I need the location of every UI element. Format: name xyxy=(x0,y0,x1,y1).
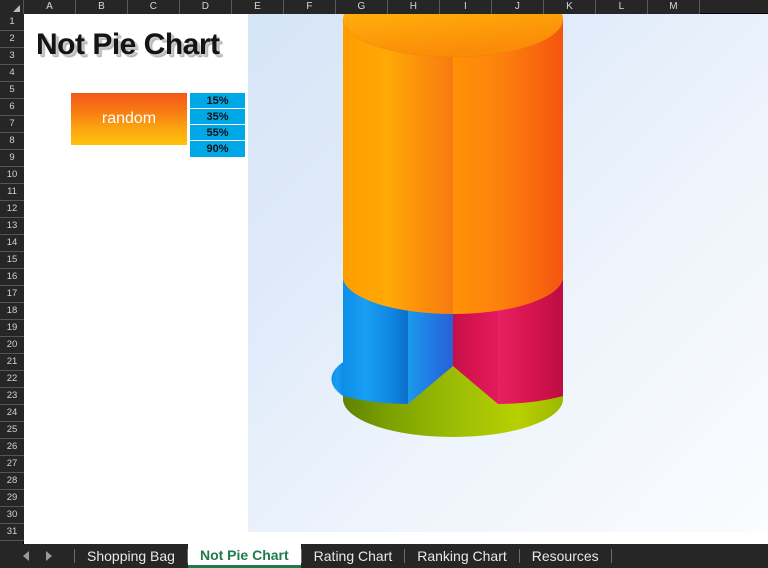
sheet-tab-resources[interactable]: Resources xyxy=(520,544,611,568)
row-header-15[interactable]: 15 xyxy=(0,252,24,269)
row-header-25[interactable]: 25 xyxy=(0,422,24,439)
sheet-nav-arrows xyxy=(0,544,74,568)
row-header-26[interactable]: 26 xyxy=(0,439,24,456)
sheet-tab-shopping-bag[interactable]: Shopping Bag xyxy=(75,544,187,568)
row-header-16[interactable]: 16 xyxy=(0,269,24,286)
percent-chip-0: 15% xyxy=(190,93,245,109)
row-header-8[interactable]: 8 xyxy=(0,133,24,150)
row-header-1[interactable]: 1 xyxy=(0,14,24,31)
row-header-10[interactable]: 10 xyxy=(0,167,24,184)
next-sheet-arrow-icon[interactable] xyxy=(46,551,52,561)
previous-sheet-arrow-icon[interactable] xyxy=(23,551,29,561)
row-header-20[interactable]: 20 xyxy=(0,337,24,354)
row-header-17[interactable]: 17 xyxy=(0,286,24,303)
column-header-M[interactable]: M xyxy=(648,0,700,14)
spreadsheet-window: ABCDEFGHIJKLM 12345678910111213141516171… xyxy=(0,0,768,568)
row-header-11[interactable]: 11 xyxy=(0,184,24,201)
sheet-tab-rating-chart[interactable]: Rating Chart xyxy=(302,544,405,568)
column-header-D[interactable]: D xyxy=(180,0,232,14)
row-header-27[interactable]: 27 xyxy=(0,456,24,473)
sheet-tab-bar: Shopping BagNot Pie ChartRating ChartRan… xyxy=(0,544,768,568)
row-header-18[interactable]: 18 xyxy=(0,303,24,320)
row-header-12[interactable]: 12 xyxy=(0,201,24,218)
row-header-7[interactable]: 7 xyxy=(0,116,24,133)
column-header-G[interactable]: G xyxy=(336,0,388,14)
page-title: Not Pie Chart xyxy=(36,28,220,62)
row-header-29[interactable]: 29 xyxy=(0,490,24,507)
percent-chip-1: 35% xyxy=(190,109,245,125)
row-header-2[interactable]: 2 xyxy=(0,31,24,48)
select-all-triangle-icon xyxy=(13,5,20,12)
random-label-box: random xyxy=(71,93,187,145)
percent-chip-3: 90% xyxy=(190,141,245,157)
row-header-3[interactable]: 3 xyxy=(0,48,24,65)
row-header-6[interactable]: 6 xyxy=(0,99,24,116)
row-header-23[interactable]: 23 xyxy=(0,388,24,405)
column-header-A[interactable]: A xyxy=(24,0,76,14)
row-header-21[interactable]: 21 xyxy=(0,354,24,371)
sheet-tab-not-pie-chart[interactable]: Not Pie Chart xyxy=(188,544,301,568)
column-header-F[interactable]: F xyxy=(284,0,336,14)
row-header-24[interactable]: 24 xyxy=(0,405,24,422)
chart-3d-cylinder-graphic xyxy=(248,14,768,532)
row-header-31[interactable]: 31 xyxy=(0,524,24,541)
tab-divider xyxy=(611,549,612,563)
row-header-14[interactable]: 14 xyxy=(0,235,24,252)
percent-chip-2: 55% xyxy=(190,125,245,141)
column-header-row: ABCDEFGHIJKLM xyxy=(0,0,768,14)
row-header-19[interactable]: 19 xyxy=(0,320,24,337)
row-header-column: 1234567891011121314151617181920212223242… xyxy=(0,14,24,544)
column-header-cells: ABCDEFGHIJKLM xyxy=(24,0,700,13)
column-header-B[interactable]: B xyxy=(76,0,128,14)
sheet-canvas: Not Pie Chart random 15%35%55%90% xyxy=(24,14,768,544)
column-header-H[interactable]: H xyxy=(388,0,440,14)
orange-segment xyxy=(343,14,563,314)
row-header-28[interactable]: 28 xyxy=(0,473,24,490)
column-header-L[interactable]: L xyxy=(596,0,648,14)
select-all-corner[interactable] xyxy=(0,0,24,14)
column-header-C[interactable]: C xyxy=(128,0,180,14)
random-label-text: random xyxy=(102,110,156,128)
row-header-4[interactable]: 4 xyxy=(0,65,24,82)
row-header-22[interactable]: 22 xyxy=(0,371,24,388)
row-header-5[interactable]: 5 xyxy=(0,82,24,99)
column-header-J[interactable]: J xyxy=(492,0,544,14)
row-header-30[interactable]: 30 xyxy=(0,507,24,524)
row-header-9[interactable]: 9 xyxy=(0,150,24,167)
column-header-I[interactable]: I xyxy=(440,0,492,14)
chart-plot-area[interactable] xyxy=(248,14,768,532)
percent-chip-stack: 15%35%55%90% xyxy=(190,93,245,157)
sheet-tabs: Shopping BagNot Pie ChartRating ChartRan… xyxy=(75,544,612,568)
sheet-tab-ranking-chart[interactable]: Ranking Chart xyxy=(405,544,519,568)
column-header-K[interactable]: K xyxy=(544,0,596,14)
row-header-13[interactable]: 13 xyxy=(0,218,24,235)
column-header-E[interactable]: E xyxy=(232,0,284,14)
